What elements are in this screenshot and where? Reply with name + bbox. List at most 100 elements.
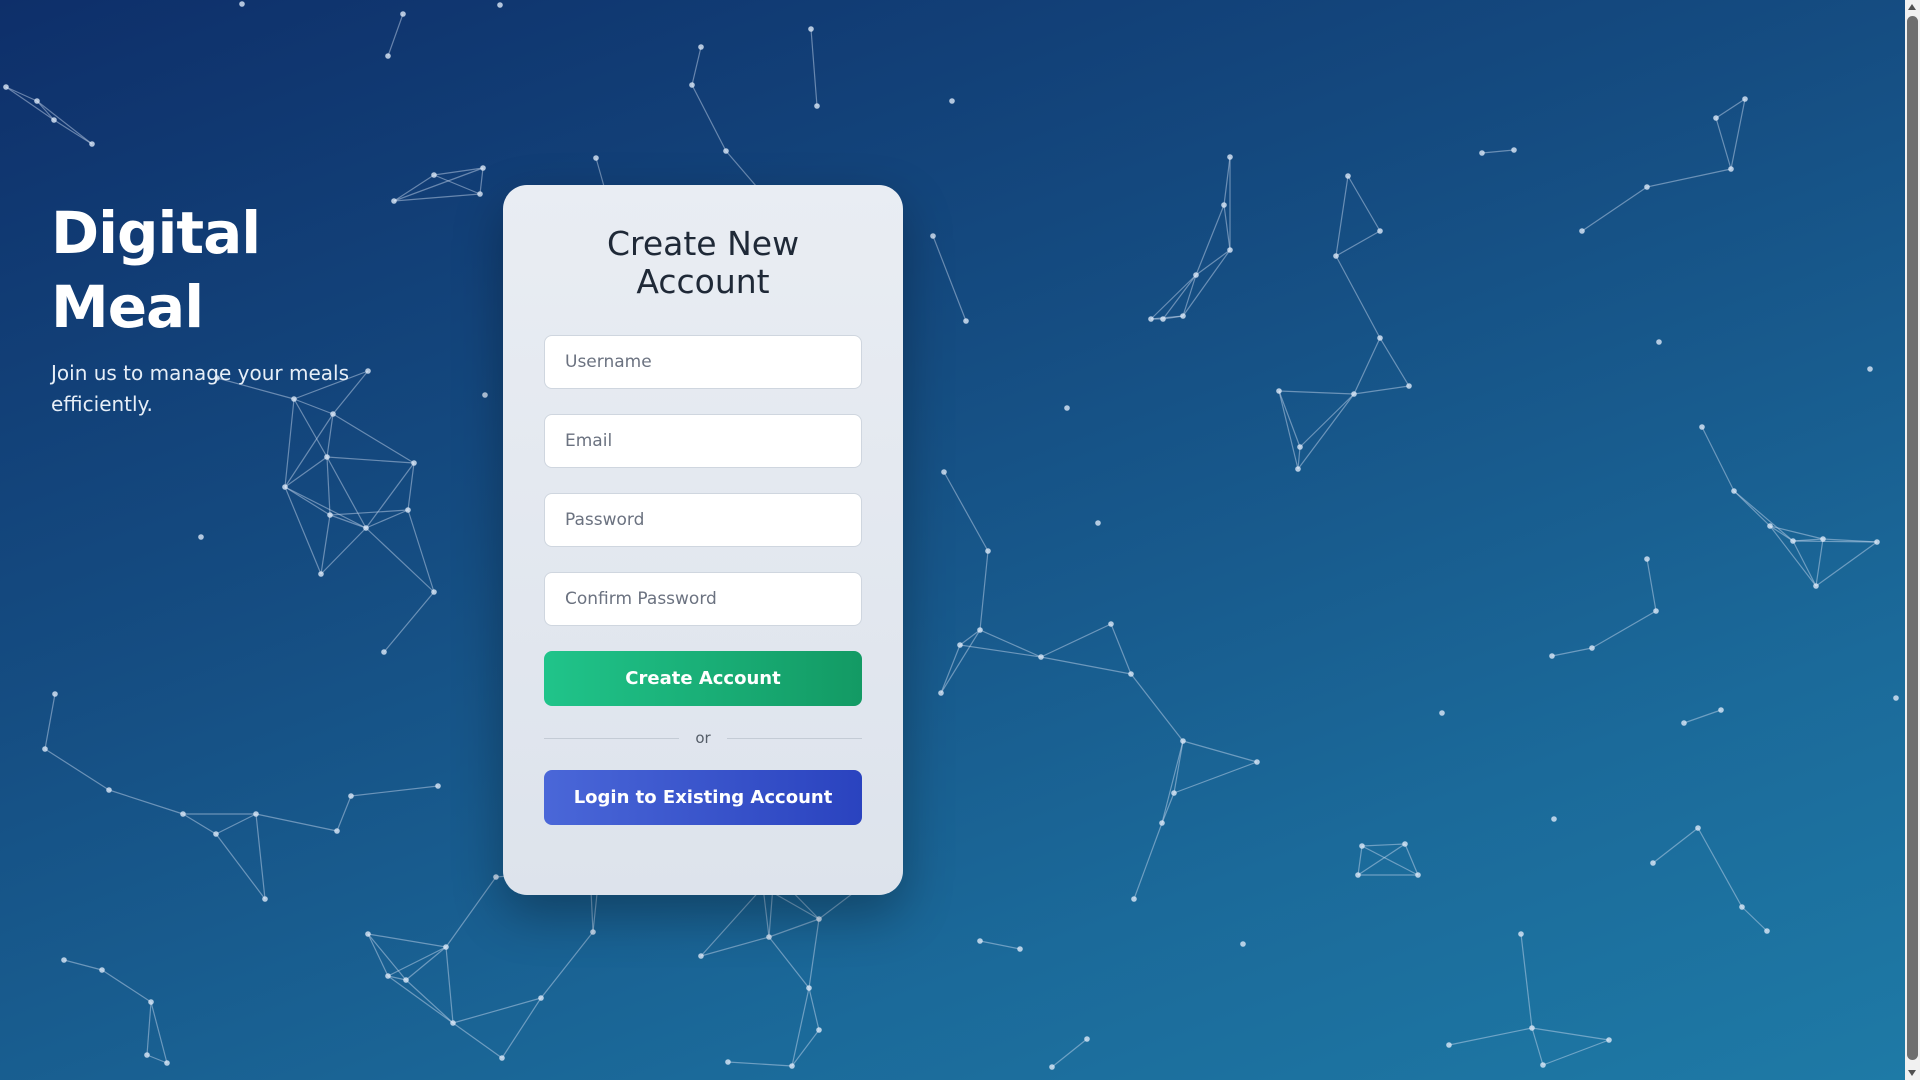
network-line [433, 167, 484, 176]
network-dot [1742, 96, 1748, 102]
confirm-password-input[interactable] [544, 572, 862, 626]
network-dot [590, 929, 596, 935]
network-line [940, 644, 961, 694]
network-line [326, 456, 367, 529]
network-line [1730, 98, 1746, 170]
network-dot [1813, 583, 1819, 589]
scroll-down-arrow-icon[interactable] [1908, 1070, 1916, 1076]
network-line [320, 527, 367, 575]
network-line [1542, 1039, 1610, 1066]
network-dot [1579, 228, 1585, 234]
network-dot [1867, 366, 1873, 372]
network-dot [816, 1027, 822, 1033]
network-dot [949, 98, 955, 104]
network-dot [1699, 424, 1705, 430]
network-dot [816, 916, 822, 922]
network-line [1299, 393, 1355, 448]
network-dot [1439, 710, 1445, 716]
network-dot [52, 691, 58, 697]
network-dot [1221, 202, 1227, 208]
scrollbar-thumb[interactable] [1907, 16, 1918, 1060]
network-line [1051, 1038, 1088, 1068]
network-dot [282, 484, 288, 490]
network-line [691, 46, 702, 86]
password-input[interactable] [544, 493, 862, 547]
login-existing-account-button[interactable]: Login to Existing Account [544, 770, 862, 825]
network-line [284, 486, 331, 516]
network-line [1297, 446, 1301, 470]
network-line [540, 931, 594, 999]
network-dot [1351, 391, 1357, 397]
network-dot [1479, 150, 1485, 156]
network-dot [89, 141, 95, 147]
network-line [452, 1022, 503, 1059]
network-dot [1193, 272, 1199, 278]
network-dot [1790, 538, 1796, 544]
divider-line-left [544, 737, 680, 739]
network-line [1551, 647, 1593, 657]
network-line [1335, 255, 1381, 339]
create-account-button[interactable]: Create Account [544, 651, 862, 706]
network-line [1715, 117, 1732, 170]
network-line [1520, 933, 1533, 1029]
network-line [1173, 740, 1184, 794]
network-line [182, 813, 217, 835]
network-line [284, 456, 328, 488]
network-dot [1695, 825, 1701, 831]
network-dot [1511, 147, 1517, 153]
network-dot [1345, 173, 1351, 179]
network-line [1646, 168, 1732, 188]
network-dot [482, 392, 488, 398]
network-line [700, 886, 764, 957]
network-line [1481, 149, 1515, 154]
network-line [1278, 390, 1301, 448]
network-dot [318, 571, 324, 577]
network-line [932, 235, 967, 322]
network-line [808, 918, 820, 989]
network-line [445, 876, 497, 948]
network-dot [1148, 316, 1154, 322]
network-dot [725, 1059, 731, 1065]
network-line [1815, 541, 1878, 587]
network-line [332, 413, 415, 464]
network-dot [1402, 841, 1408, 847]
network-line [326, 413, 334, 458]
brand-panel: Digital Meal Join us to manage your meal… [51, 196, 431, 420]
network-line [1581, 186, 1648, 232]
network-dot [1518, 931, 1524, 937]
scroll-up-arrow-icon[interactable] [1908, 4, 1916, 10]
network-line [1162, 274, 1197, 320]
network-dot [385, 973, 391, 979]
network-dot [431, 172, 437, 178]
network-dot [938, 690, 944, 696]
email-input[interactable] [544, 414, 862, 468]
network-dot [1108, 621, 1114, 627]
network-line [215, 813, 257, 835]
network-line [979, 940, 1021, 950]
network-line [1815, 538, 1824, 587]
network-line [63, 959, 103, 971]
network-dot [723, 148, 729, 154]
vertical-scrollbar[interactable] [1905, 0, 1920, 1080]
network-dot [1549, 653, 1555, 659]
network-dot [51, 117, 57, 123]
network-dot [450, 1020, 456, 1026]
network-dot [99, 967, 105, 973]
network-line [1040, 623, 1112, 658]
network-dot [1820, 536, 1826, 542]
brand-title: Digital Meal [51, 199, 261, 341]
username-input[interactable] [544, 335, 862, 389]
network-line [1733, 490, 1771, 527]
particle-network-background [3, 1, 1899, 1070]
network-line [150, 1001, 168, 1064]
network-dot [1180, 313, 1186, 319]
network-dot [1064, 405, 1070, 411]
network-dot [1893, 695, 1899, 701]
network-line [1379, 337, 1410, 387]
network-dot [1180, 738, 1186, 744]
network-dot [180, 811, 186, 817]
network-line [768, 936, 810, 989]
network-line [768, 918, 820, 938]
network-line [959, 629, 981, 646]
network-dot [1529, 1025, 1535, 1031]
